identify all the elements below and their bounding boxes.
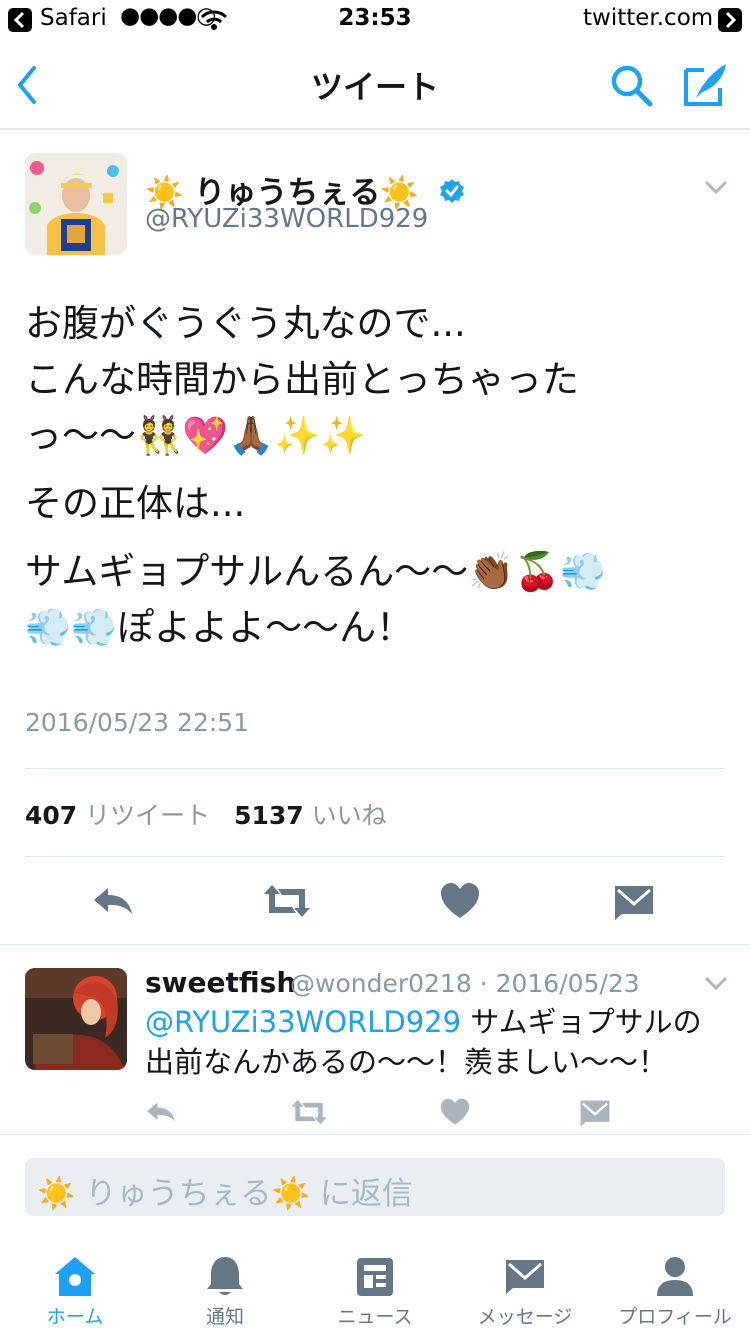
retweet-icon — [291, 1099, 327, 1125]
tab-profile-label: プロフィール — [618, 1306, 732, 1328]
reply-retweet-button[interactable] — [290, 1096, 328, 1128]
tab-messages[interactable]: メッセージ — [450, 1236, 600, 1334]
tab-home-label: ホーム — [46, 1306, 104, 1328]
tab-profile[interactable]: プロフィール — [600, 1236, 750, 1334]
avatar-image — [25, 968, 127, 1070]
reply-options-button[interactable] — [700, 972, 732, 996]
chevron-right-icon — [725, 11, 737, 29]
tweet-paragraph-3: サムギョプサルんるん〜〜👏🏾🍒💨 💨💨ぽよよよ〜〜ん！ — [25, 544, 715, 656]
reply-like-button[interactable] — [438, 1096, 472, 1128]
like-count-label[interactable]: いいね — [312, 801, 387, 830]
divider — [0, 944, 750, 945]
reply-message-button[interactable] — [578, 1096, 612, 1128]
divider — [25, 768, 725, 769]
reply-author-avatar[interactable] — [25, 968, 127, 1070]
tweet-line: 💨💨ぽよよよ〜〜ん！ — [25, 606, 414, 649]
compose-tweet-button[interactable] — [682, 60, 730, 108]
tweet-text: お腹がぐうぐう丸なので... こんな時間から出前とっちゃった っ〜〜👯💖🙏🏾✨✨… — [25, 296, 715, 668]
status-bar: Safari ●●●●○ 23:53 twitter.com — [0, 0, 750, 40]
author-avatar[interactable] — [25, 153, 127, 255]
retweet-icon — [264, 885, 310, 917]
chevron-down-icon — [705, 181, 727, 195]
envelope-icon — [615, 886, 653, 920]
tab-notifications[interactable]: 通知 — [150, 1236, 300, 1334]
tweet-line: こんな時間から出前とっちゃった — [25, 358, 579, 401]
divider — [0, 1134, 750, 1135]
forward-to-site-button[interactable] — [718, 8, 742, 32]
envelope-icon — [506, 1260, 544, 1294]
envelope-icon — [580, 1100, 610, 1127]
reply-mention-link[interactable]: @RYUZi33WORLD929 — [145, 1005, 461, 1039]
reply-button[interactable] — [88, 880, 138, 922]
reply-text: @RYUZi33WORLD929 サムギョプサルの出前なんかあるの〜〜！羨ましい… — [145, 1002, 725, 1082]
direct-message-button[interactable] — [612, 880, 656, 922]
reply-reply-button[interactable] — [143, 1096, 179, 1128]
tweet-paragraph-2: その正体は... — [25, 476, 715, 532]
tweet-timestamp: 2016/05/23 22:51 — [25, 708, 250, 737]
tab-news[interactable]: ニュース — [300, 1236, 450, 1334]
divider — [25, 856, 725, 857]
reply-handle-and-date[interactable]: @wonder0218 · 2016/05/23 — [290, 969, 640, 998]
reply-compose-field[interactable]: ☀️ りゅうちぇる☀️ に返信 — [25, 1158, 725, 1216]
verified-badge-icon — [439, 179, 464, 203]
retweet-button[interactable] — [262, 880, 312, 922]
tweet-line: サムギョプサルんるん〜〜👏🏾🍒💨 — [25, 550, 607, 593]
tab-bar: ホーム 通知 ニュース メッセージ プロフィール — [0, 1236, 750, 1334]
retweet-count[interactable]: 407 — [25, 801, 77, 830]
bell-icon — [207, 1257, 243, 1295]
compose-icon — [684, 64, 726, 106]
navigation-bar: ツイート — [0, 40, 750, 130]
like-button[interactable] — [437, 880, 483, 922]
search-button[interactable] — [608, 62, 654, 108]
tab-notifications-label: 通知 — [205, 1306, 244, 1328]
news-icon — [357, 1258, 393, 1296]
tab-home[interactable]: ホーム — [0, 1236, 150, 1334]
tweet-line: っ〜〜👯💖🙏🏾✨✨ — [25, 414, 367, 457]
site-label: twitter.com — [583, 5, 714, 31]
heart-icon — [441, 883, 479, 918]
retweet-count-label[interactable]: リツイート — [85, 801, 210, 830]
tweet-line: その正体は... — [25, 482, 246, 525]
tweet-stats: 407 リツイート 5137 いいね — [25, 796, 403, 832]
reply-icon — [147, 1102, 175, 1122]
person-icon — [657, 1257, 693, 1296]
reply-icon — [94, 888, 132, 914]
tweet-paragraph-1: お腹がぐうぐう丸なので... こんな時間から出前とっちゃった っ〜〜👯💖🙏🏾✨✨ — [25, 296, 715, 464]
avatar-image — [25, 153, 127, 255]
tab-news-label: ニュース — [337, 1306, 413, 1328]
reply-placeholder: ☀️ りゅうちぇる☀️ に返信 — [37, 1176, 413, 1212]
reply-author-name[interactable]: sweetfish — [145, 966, 296, 999]
tab-messages-label: メッセージ — [477, 1306, 573, 1328]
tweet-line: お腹がぐうぐう丸なので... — [25, 302, 466, 345]
author-handle[interactable]: @RYUZi33WORLD929 — [145, 204, 428, 234]
chevron-down-icon — [705, 977, 727, 991]
search-icon — [611, 65, 653, 107]
heart-icon — [440, 1098, 470, 1125]
home-icon — [55, 1257, 95, 1296]
tweet-options-button[interactable] — [700, 176, 732, 200]
like-count[interactable]: 5137 — [234, 801, 304, 830]
